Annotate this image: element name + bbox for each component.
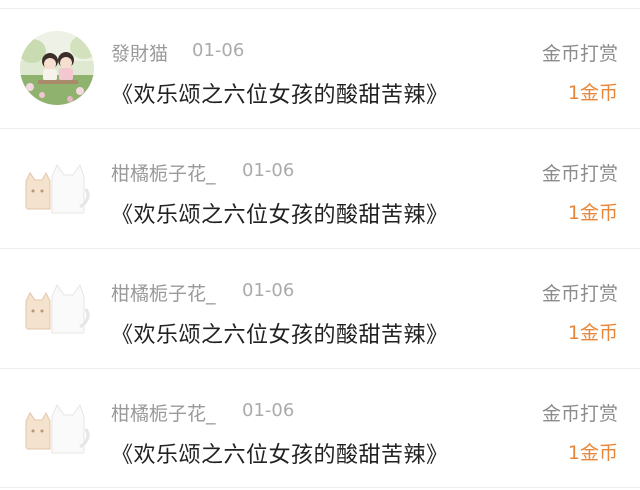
tip-row[interactable]: 柑橘栀子花_ 01-06 《欢乐颂之六位女孩的酸甜苦辣》 金币打赏 1金币: [0, 369, 640, 489]
book-title[interactable]: 《欢乐颂之六位女孩的酸甜苦辣》: [111, 77, 449, 109]
book-title[interactable]: 《欢乐颂之六位女孩的酸甜苦辣》: [111, 317, 449, 349]
divider: [0, 487, 640, 488]
reward-type: 金币打赏: [541, 43, 618, 65]
username[interactable]: 柑橘栀子花_: [111, 159, 216, 186]
reward-type: 金币打赏: [541, 163, 618, 185]
reward-amount: 1金币: [567, 82, 618, 104]
tip-row[interactable]: 發財猫 01-06 《欢乐颂之六位女孩的酸甜苦辣》 金币打赏 1金币: [0, 9, 640, 129]
username[interactable]: 發財猫: [111, 39, 168, 66]
reward-type: 金币打赏: [541, 283, 618, 305]
reward-amount: 1金币: [567, 442, 618, 464]
couple-photo-avatar-icon[interactable]: [20, 31, 94, 105]
tip-row[interactable]: 柑橘栀子花_ 01-06 《欢乐颂之六位女孩的酸甜苦辣》 金币打赏 1金币: [0, 129, 640, 249]
date: 01-06: [192, 40, 245, 61]
tip-row[interactable]: 柑橘栀子花_ 01-06 《欢乐颂之六位女孩的酸甜苦辣》 金币打赏 1金币: [0, 249, 640, 369]
username[interactable]: 柑橘栀子花_: [111, 399, 216, 426]
date: 01-06: [242, 400, 295, 421]
reward-type: 金币打赏: [541, 403, 618, 425]
tip-list: 發財猫 01-06 《欢乐颂之六位女孩的酸甜苦辣》 金币打赏 1金币 柑橘栀子花…: [0, 0, 640, 490]
cartoon-cats-avatar-icon[interactable]: [20, 391, 94, 465]
book-title[interactable]: 《欢乐颂之六位女孩的酸甜苦辣》: [111, 437, 449, 469]
date: 01-06: [242, 160, 295, 181]
reward-amount: 1金币: [567, 202, 618, 224]
cartoon-cats-avatar-icon[interactable]: [20, 271, 94, 345]
reward-amount: 1金币: [567, 322, 618, 344]
username[interactable]: 柑橘栀子花_: [111, 279, 216, 306]
cartoon-cats-avatar-icon[interactable]: [20, 151, 94, 225]
date: 01-06: [242, 280, 295, 301]
book-title[interactable]: 《欢乐颂之六位女孩的酸甜苦辣》: [111, 197, 449, 229]
